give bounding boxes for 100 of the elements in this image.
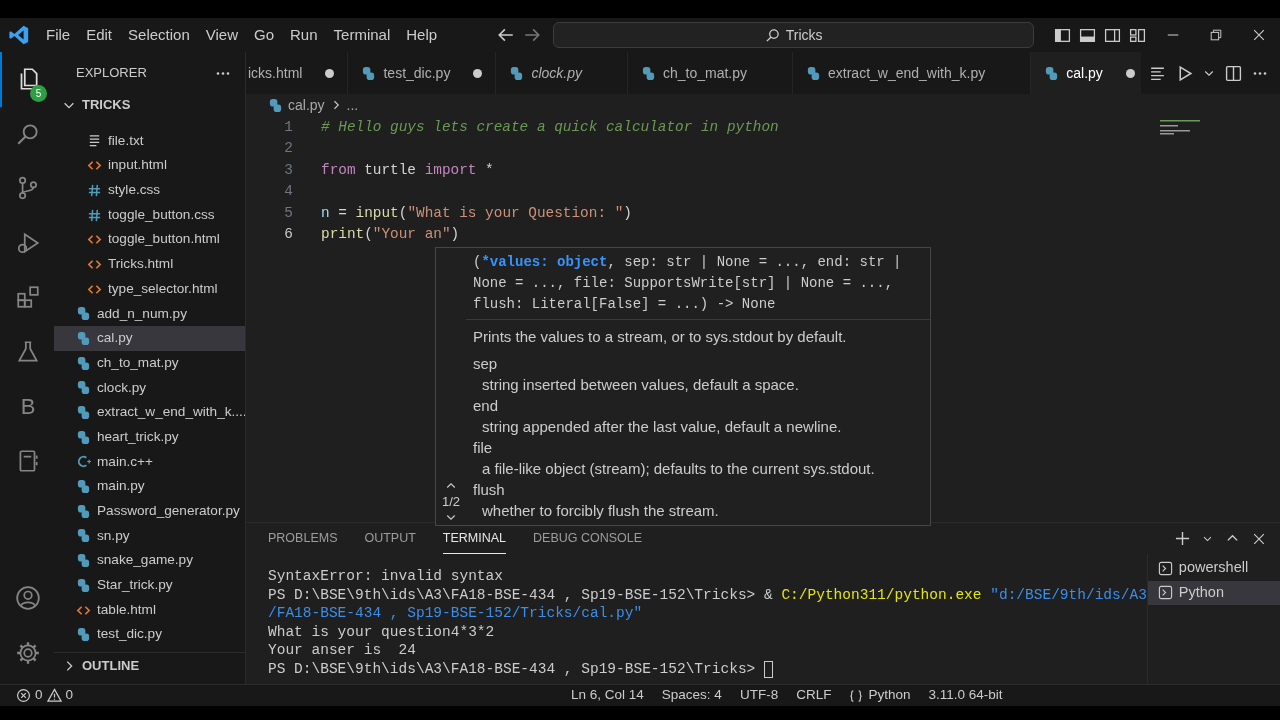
panel-tab[interactable]: PROBLEMS: [268, 522, 338, 555]
menu-item[interactable]: Run: [282, 23, 326, 47]
blocks-icon: [15, 284, 41, 311]
explorer-entry[interactable]: type_selector.html: [54, 276, 245, 302]
code-line: # Hello guys lets create a quick calculator in python: [321, 118, 780, 137]
editor-tab[interactable]: cal.py: [1031, 52, 1141, 94]
python-file-icon: [640, 65, 656, 81]
editor-tab[interactable]: icks.html: [246, 52, 349, 94]
status-item[interactable]: Python: [849, 685, 911, 706]
braces-icon: [849, 688, 864, 703]
explorer-entry[interactable]: file.txt: [54, 128, 245, 154]
explorer-entry[interactable]: clock.py: [54, 375, 245, 401]
status-item[interactable]: CRLF: [796, 685, 832, 706]
explorer-entry[interactable]: heart_trick.py: [54, 424, 245, 450]
folder-header[interactable]: TRICKS: [54, 94, 245, 116]
explorer-entry[interactable]: input.html: [54, 153, 245, 178]
code-line: print("Your an"): [321, 224, 461, 244]
python-file-icon: [806, 65, 822, 81]
python-file-icon: [76, 528, 91, 544]
status-item[interactable]: 3.11.0 64-bit: [928, 685, 1003, 706]
explorer-entry[interactable]: Star_trick.py: [54, 572, 245, 598]
plus-icon: [1175, 531, 1190, 546]
explorer-entry[interactable]: toggle_button.css: [54, 202, 245, 228]
more-actions-button[interactable]: [1252, 70, 1268, 76]
python-file-icon: [76, 306, 91, 322]
python-file-icon: [76, 380, 91, 396]
terminal-line: What is your question4*3*2: [268, 622, 495, 642]
line-number: 3: [283, 160, 293, 180]
explorer-entry[interactable]: snake_game.py: [54, 548, 245, 573]
explorer-entry[interactable]: cal.py: [54, 326, 245, 351]
activity-button[interactable]: B: [0, 379, 54, 434]
terminal-item[interactable]: Python: [1147, 580, 1280, 605]
outline-header[interactable]: OUTLINE: [54, 652, 245, 679]
terminal-line: Your anser is 24: [268, 641, 416, 660]
python-file-icon: [76, 553, 91, 569]
menu-item[interactable]: Go: [246, 23, 282, 47]
menu-item[interactable]: Help: [398, 23, 446, 47]
terminal-icon: [1157, 585, 1173, 601]
line-number: 1: [283, 118, 293, 137]
lines-icon: [1149, 64, 1166, 82]
more-icon: [215, 70, 231, 76]
menu-item[interactable]: Edit: [78, 23, 121, 47]
menu-item[interactable]: Selection: [120, 23, 198, 47]
sidebar-title: EXPLORER: [76, 64, 147, 83]
param-description: string inserted between values, default a space.: [481, 375, 800, 395]
back-arrow-icon: [497, 26, 516, 44]
panel-tab[interactable]: DEBUG CONSOLE: [533, 522, 643, 555]
layout-icon: [1129, 26, 1147, 44]
python-file-icon: [509, 65, 525, 81]
outline-button[interactable]: [1149, 64, 1166, 82]
explorer-entry[interactable]: main.py: [54, 474, 245, 499]
warning-count[interactable]: 0: [65, 685, 74, 706]
split-button[interactable]: [1225, 64, 1242, 82]
explorer-entry[interactable]: extract_w_end_with_k....: [54, 400, 245, 425]
command-search-field[interactable]: Tricks: [553, 22, 1035, 48]
menu-item[interactable]: View: [197, 23, 246, 47]
forward-button[interactable]: [523, 26, 542, 44]
explorer-entry[interactable]: Tricks.html: [54, 252, 245, 277]
more-button[interactable]: [215, 70, 231, 76]
menu-item[interactable]: File: [38, 23, 79, 47]
overload-counter: 1/2: [441, 492, 461, 511]
logo-icon: [8, 24, 30, 46]
terminal-item[interactable]: powershell: [1147, 556, 1280, 581]
panel-tab[interactable]: TERMINAL: [442, 522, 507, 555]
menu-item[interactable]: Terminal: [325, 23, 399, 47]
status-item[interactable]: UTF-8: [739, 685, 779, 706]
explorer-entry[interactable]: main.c++: [54, 449, 245, 475]
layout-button[interactable]: [1054, 26, 1072, 44]
breadcrumb-item[interactable]: cal.py: [288, 94, 325, 116]
breadcrumb-item[interactable]: ...: [346, 94, 359, 116]
status-item[interactable]: Spaces: 4: [661, 685, 722, 706]
explorer-entry[interactable]: test_dic.py: [54, 622, 245, 648]
forward-arrow-icon: [523, 26, 542, 44]
explorer-entry[interactable]: add_n_num.py: [54, 301, 245, 327]
terminal-line: PS D:\BSE\9th\ids\A3\FA18-BSE-434 , Sp19-BSE-152\Tricks> & C:/Python311/python.exe "d:/BSE/9th/ids/A3: [268, 585, 1147, 605]
explorer-entry[interactable]: sn.py: [54, 523, 245, 549]
c-plus-icon: [76, 454, 91, 470]
error-icon: [16, 688, 31, 703]
param-name: flush: [473, 480, 506, 500]
layout-button[interactable]: [1129, 26, 1147, 44]
status-item[interactable]: Ln 6, Col 14: [571, 685, 644, 706]
explorer-entry[interactable]: table.html: [54, 597, 245, 623]
layout-button[interactable]: [1104, 26, 1122, 44]
code-line: n = input("What is your Question: "): [321, 203, 633, 223]
new-terminal-button[interactable]: [1175, 531, 1190, 546]
close-panel-button[interactable]: [1252, 531, 1266, 546]
line-number: 2: [283, 139, 293, 159]
error-count[interactable]: 0: [35, 685, 43, 706]
explorer-entry[interactable]: ch_to_mat.py: [54, 350, 245, 376]
back-button[interactable]: [497, 26, 516, 44]
explorer-entry[interactable]: style.css: [54, 177, 245, 203]
terminal-icon: [1157, 560, 1173, 576]
hash-icon: [87, 182, 102, 198]
python-file-icon: [76, 355, 91, 371]
layout-button[interactable]: [1079, 26, 1097, 44]
panel-tab[interactable]: OUTPUT: [364, 522, 416, 555]
explorer-entry[interactable]: toggle_button.html: [54, 227, 245, 253]
terminal-line: PS D:\BSE\9th\ids\A3\FA18-BSE-434 , Sp19-BSE-152\Tricks>: [268, 659, 757, 679]
explorer-entry[interactable]: Password_generator.py: [54, 498, 245, 524]
modified-dot: [325, 68, 335, 78]
